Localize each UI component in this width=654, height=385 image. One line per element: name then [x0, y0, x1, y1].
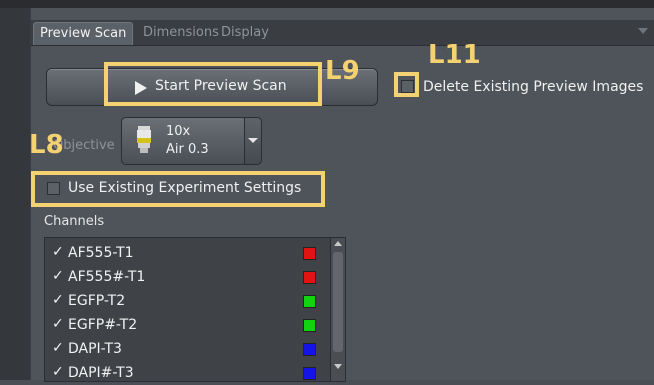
channel-name: DAPI#-T3: [68, 365, 134, 381]
checkmark-icon[interactable]: ✓: [52, 316, 64, 332]
tab-overflow-icon[interactable]: [638, 28, 648, 34]
tab-preview-scan[interactable]: Preview Scan: [33, 22, 134, 45]
channel-color-swatch[interactable]: [303, 319, 316, 332]
channel-row[interactable]: ✓ AF555#-T1: [45, 265, 330, 289]
highlight-box-l11: [394, 72, 419, 97]
objective-magnification: 10x: [166, 124, 191, 139]
channel-name: DAPI-T3: [68, 341, 122, 357]
left-edge: [0, 8, 30, 380]
channel-row[interactable]: ✓ EGFP-T2: [45, 289, 330, 313]
annotation-label-l11: L11: [428, 40, 481, 70]
channel-row[interactable]: ✓ DAPI-T3: [45, 337, 330, 361]
objective-aperture: Air 0.3: [166, 142, 209, 157]
chevron-down-icon: [248, 138, 258, 143]
channels-scrollbar[interactable]: [330, 238, 345, 381]
channel-color-swatch[interactable]: [303, 295, 316, 308]
channel-name: AF555#-T1: [68, 269, 146, 285]
scroll-up-icon[interactable]: [334, 241, 342, 246]
channel-row[interactable]: ✓ DAPI#-T3: [45, 361, 330, 385]
top-strip: [0, 0, 654, 8]
channel-name: EGFP#-T2: [68, 317, 138, 333]
objective-lens-icon: [137, 126, 151, 153]
delete-existing-label: Delete Existing Preview Images: [423, 79, 644, 95]
channel-row[interactable]: ✓ EGFP#-T2: [45, 313, 330, 337]
channel-color-swatch[interactable]: [303, 271, 316, 284]
checkmark-icon[interactable]: ✓: [52, 268, 64, 284]
checkmark-icon[interactable]: ✓: [52, 244, 64, 260]
channel-color-swatch[interactable]: [303, 367, 316, 380]
channel-color-swatch[interactable]: [303, 343, 316, 356]
scroll-down-icon[interactable]: [334, 364, 342, 369]
annotation-label-l8: L8: [29, 130, 64, 160]
objective-selector[interactable]: 10x Air 0.3: [121, 117, 247, 165]
highlight-box-l9: [104, 62, 322, 106]
checkmark-icon[interactable]: ✓: [52, 340, 64, 356]
tab-bar: Preview Scan Dimensions Display: [30, 20, 654, 46]
channel-name: AF555-T1: [68, 245, 134, 261]
objective-dropdown-button[interactable]: [244, 117, 262, 165]
scroll-thumb[interactable]: [333, 252, 343, 352]
annotation-label-l9: L9: [325, 56, 360, 86]
channel-name: EGFP-T2: [68, 293, 126, 309]
checkmark-icon[interactable]: ✓: [52, 292, 64, 308]
channels-list[interactable]: ✓ AF555-T1 ✓ AF555#-T1 ✓ EGFP-T2 ✓ EGFP#…: [44, 237, 346, 382]
channel-row[interactable]: ✓ AF555-T1: [45, 241, 330, 265]
channels-label: Channels: [44, 214, 105, 229]
tab-display[interactable]: Display: [215, 22, 275, 44]
checkmark-icon[interactable]: ✓: [52, 364, 64, 380]
highlight-box-l8: [31, 171, 325, 207]
tab-dimensions[interactable]: Dimensions: [137, 22, 225, 44]
channel-color-swatch[interactable]: [303, 247, 316, 260]
